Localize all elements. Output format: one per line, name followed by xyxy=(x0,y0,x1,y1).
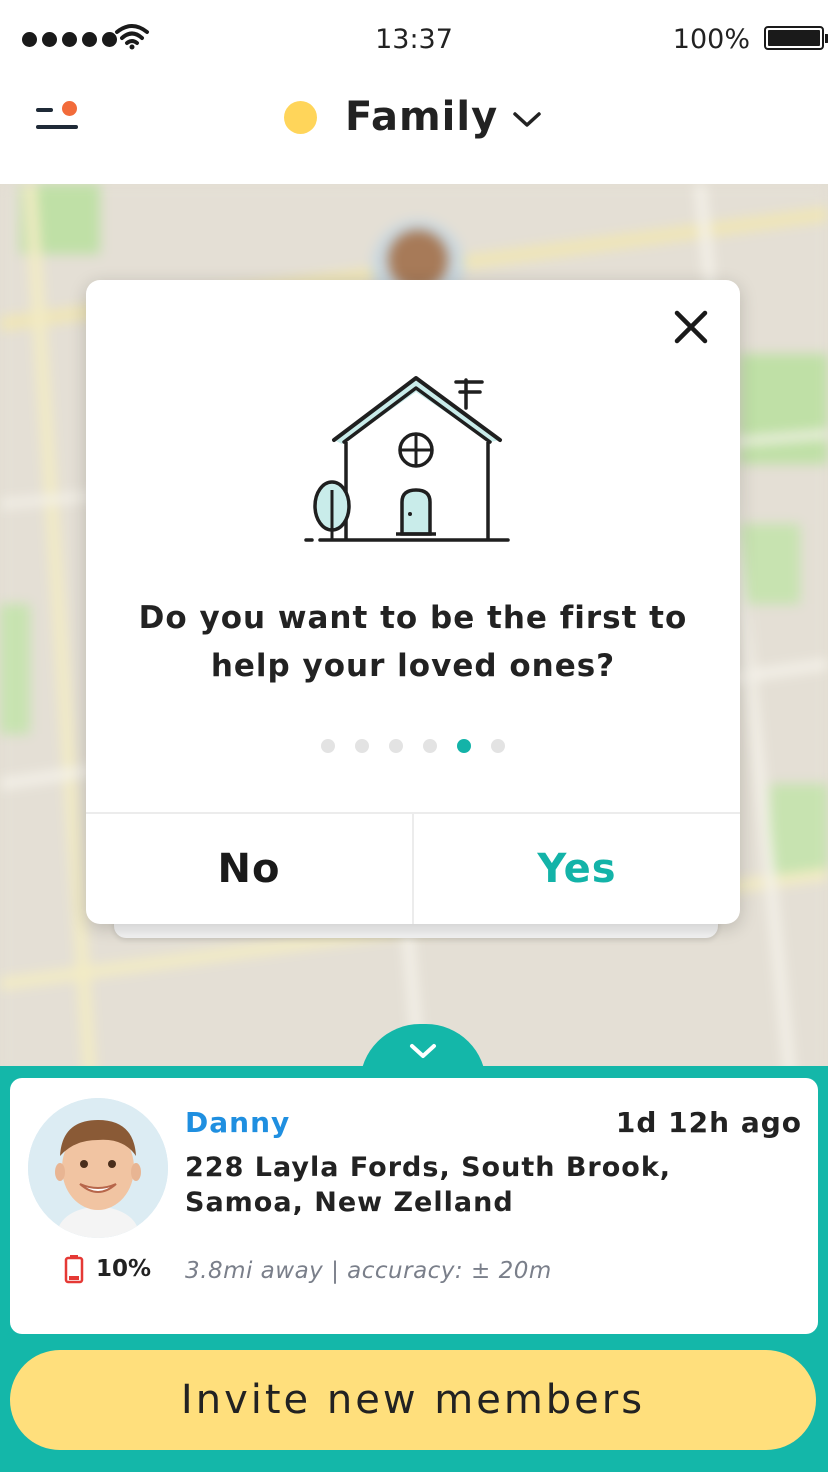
battery-level: 10% xyxy=(96,1256,152,1282)
member-battery: 10% xyxy=(64,1254,151,1284)
menu-icon[interactable] xyxy=(34,100,86,140)
group-selector[interactable]: Family xyxy=(284,94,542,140)
member-address: 228 Layla Fords, South Brook, Samoa, New… xyxy=(185,1152,672,1218)
distance-accuracy: 3.8mi away | accuracy: ± 20m xyxy=(185,1258,552,1284)
yes-button[interactable]: Yes xyxy=(414,814,740,924)
chevron-down-icon xyxy=(513,112,541,127)
invite-members-button[interactable]: Invite new members xyxy=(10,1350,816,1450)
pager-dot[interactable] xyxy=(321,739,335,753)
no-button[interactable]: No xyxy=(86,814,414,924)
last-seen-time: 1d 12h ago xyxy=(615,1106,802,1139)
close-icon[interactable] xyxy=(672,308,710,346)
battery-icon xyxy=(764,26,828,50)
dialog-actions: No Yes xyxy=(86,812,740,924)
onboarding-dialog: Do you want to be the first to help your… xyxy=(86,280,740,924)
pagination-dots xyxy=(86,739,740,753)
pager-dot-active[interactable] xyxy=(457,739,471,753)
battery-percent: 100% xyxy=(672,24,750,55)
pager-dot[interactable] xyxy=(491,739,505,753)
house-icon xyxy=(304,376,510,542)
member-card[interactable]: Danny 1d 12h ago 228 Layla Fords, South … xyxy=(10,1078,818,1334)
app-header: Family xyxy=(0,80,828,184)
battery-low-icon xyxy=(64,1255,84,1284)
member-sheet: Danny 1d 12h ago 228 Layla Fords, South … xyxy=(0,1066,828,1472)
group-color-dot xyxy=(284,100,317,134)
pager-dot[interactable] xyxy=(355,739,369,753)
dialog-question: Do you want to be the first to help your… xyxy=(138,600,688,684)
pager-dot[interactable] xyxy=(389,739,403,753)
avatar xyxy=(28,1098,168,1238)
group-name: Family xyxy=(345,94,499,140)
pager-dot[interactable] xyxy=(423,739,437,753)
member-name: Danny xyxy=(185,1106,291,1139)
notification-dot xyxy=(62,101,77,116)
chevron-down-icon xyxy=(410,1044,436,1058)
status-bar: 13:37 100% xyxy=(0,0,828,80)
